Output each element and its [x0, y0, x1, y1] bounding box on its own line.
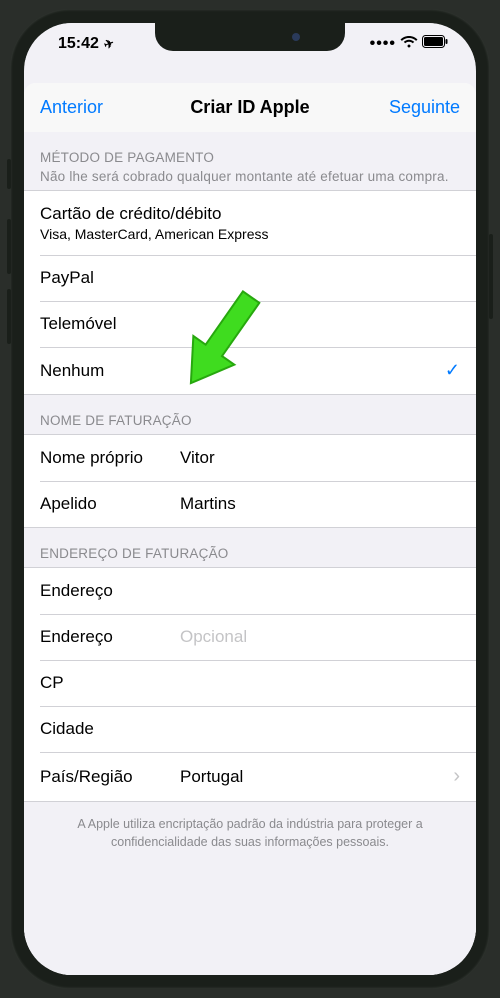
billing-address-header: ENDEREÇO DE FATURAÇÃO [24, 528, 476, 567]
zip-label: CP [40, 673, 180, 693]
first-name-value: Vitor [180, 448, 460, 468]
billing-name-group: Nome próprio Vitor Apelido Martins [24, 434, 476, 528]
last-name-row[interactable]: Apelido Martins [24, 481, 476, 527]
address2-input[interactable] [180, 627, 460, 647]
mute-switch [7, 159, 11, 189]
city-input[interactable] [180, 719, 460, 739]
wifi-icon [400, 35, 418, 53]
payment-option-phone[interactable]: Telemóvel [24, 301, 476, 347]
modal-sheet: Anterior Criar ID Apple Seguinte MÉTODO … [24, 83, 476, 975]
country-value: Portugal [180, 767, 453, 787]
billing-address-group: Endereço Endereço CP Cidade [24, 567, 476, 802]
volume-up-button [7, 219, 11, 274]
next-button[interactable]: Seguinte [380, 97, 460, 118]
address2-row[interactable]: Endereço [24, 614, 476, 660]
payment-options: Cartão de crédito/débito Visa, MasterCar… [24, 190, 476, 395]
checkmark-icon: ✓ [445, 360, 460, 381]
form-content: MÉTODO DE PAGAMENTO Não lhe será cobrado… [24, 132, 476, 975]
zip-row[interactable]: CP [24, 660, 476, 706]
location-icon: ✈︎ [102, 36, 116, 53]
country-row[interactable]: País/Região Portugal › [24, 752, 476, 801]
status-time: 15:42 [58, 35, 99, 53]
address2-label: Endereço [40, 627, 180, 647]
notch [155, 23, 345, 51]
phone-frame: 15:42 ✈︎ •••• Anterior Criar ID Apple Se… [10, 9, 490, 989]
privacy-footer: A Apple utiliza encriptação padrão da in… [24, 802, 476, 865]
last-name-value: Martins [180, 494, 460, 514]
payment-card-title: Cartão de crédito/débito [40, 204, 269, 224]
page-title: Criar ID Apple [120, 97, 380, 118]
back-button[interactable]: Anterior [40, 97, 120, 118]
nav-bar: Anterior Criar ID Apple Seguinte [24, 83, 476, 132]
payment-option-card[interactable]: Cartão de crédito/débito Visa, MasterCar… [24, 191, 476, 255]
zip-input[interactable] [180, 673, 460, 693]
power-button [489, 234, 493, 319]
first-name-label: Nome próprio [40, 448, 180, 468]
chevron-right-icon: › [453, 765, 460, 788]
address1-input[interactable] [180, 581, 460, 601]
first-name-row[interactable]: Nome próprio Vitor [24, 435, 476, 481]
city-row[interactable]: Cidade [24, 706, 476, 752]
screen: 15:42 ✈︎ •••• Anterior Criar ID Apple Se… [24, 23, 476, 975]
payment-section-header: MÉTODO DE PAGAMENTO Não lhe será cobrado… [24, 132, 476, 190]
payment-card-sub: Visa, MasterCard, American Express [40, 226, 269, 242]
payment-option-none[interactable]: Nenhum ✓ [24, 347, 476, 394]
city-label: Cidade [40, 719, 180, 739]
battery-icon [422, 35, 448, 53]
billing-name-header: NOME DE FATURAÇÃO [24, 395, 476, 434]
country-label: País/Região [40, 767, 180, 787]
last-name-label: Apelido [40, 494, 180, 514]
address1-label: Endereço [40, 581, 180, 601]
payment-option-paypal[interactable]: PayPal [24, 255, 476, 301]
cellular-icon: •••• [370, 35, 396, 53]
address1-row[interactable]: Endereço [24, 568, 476, 614]
volume-down-button [7, 289, 11, 344]
